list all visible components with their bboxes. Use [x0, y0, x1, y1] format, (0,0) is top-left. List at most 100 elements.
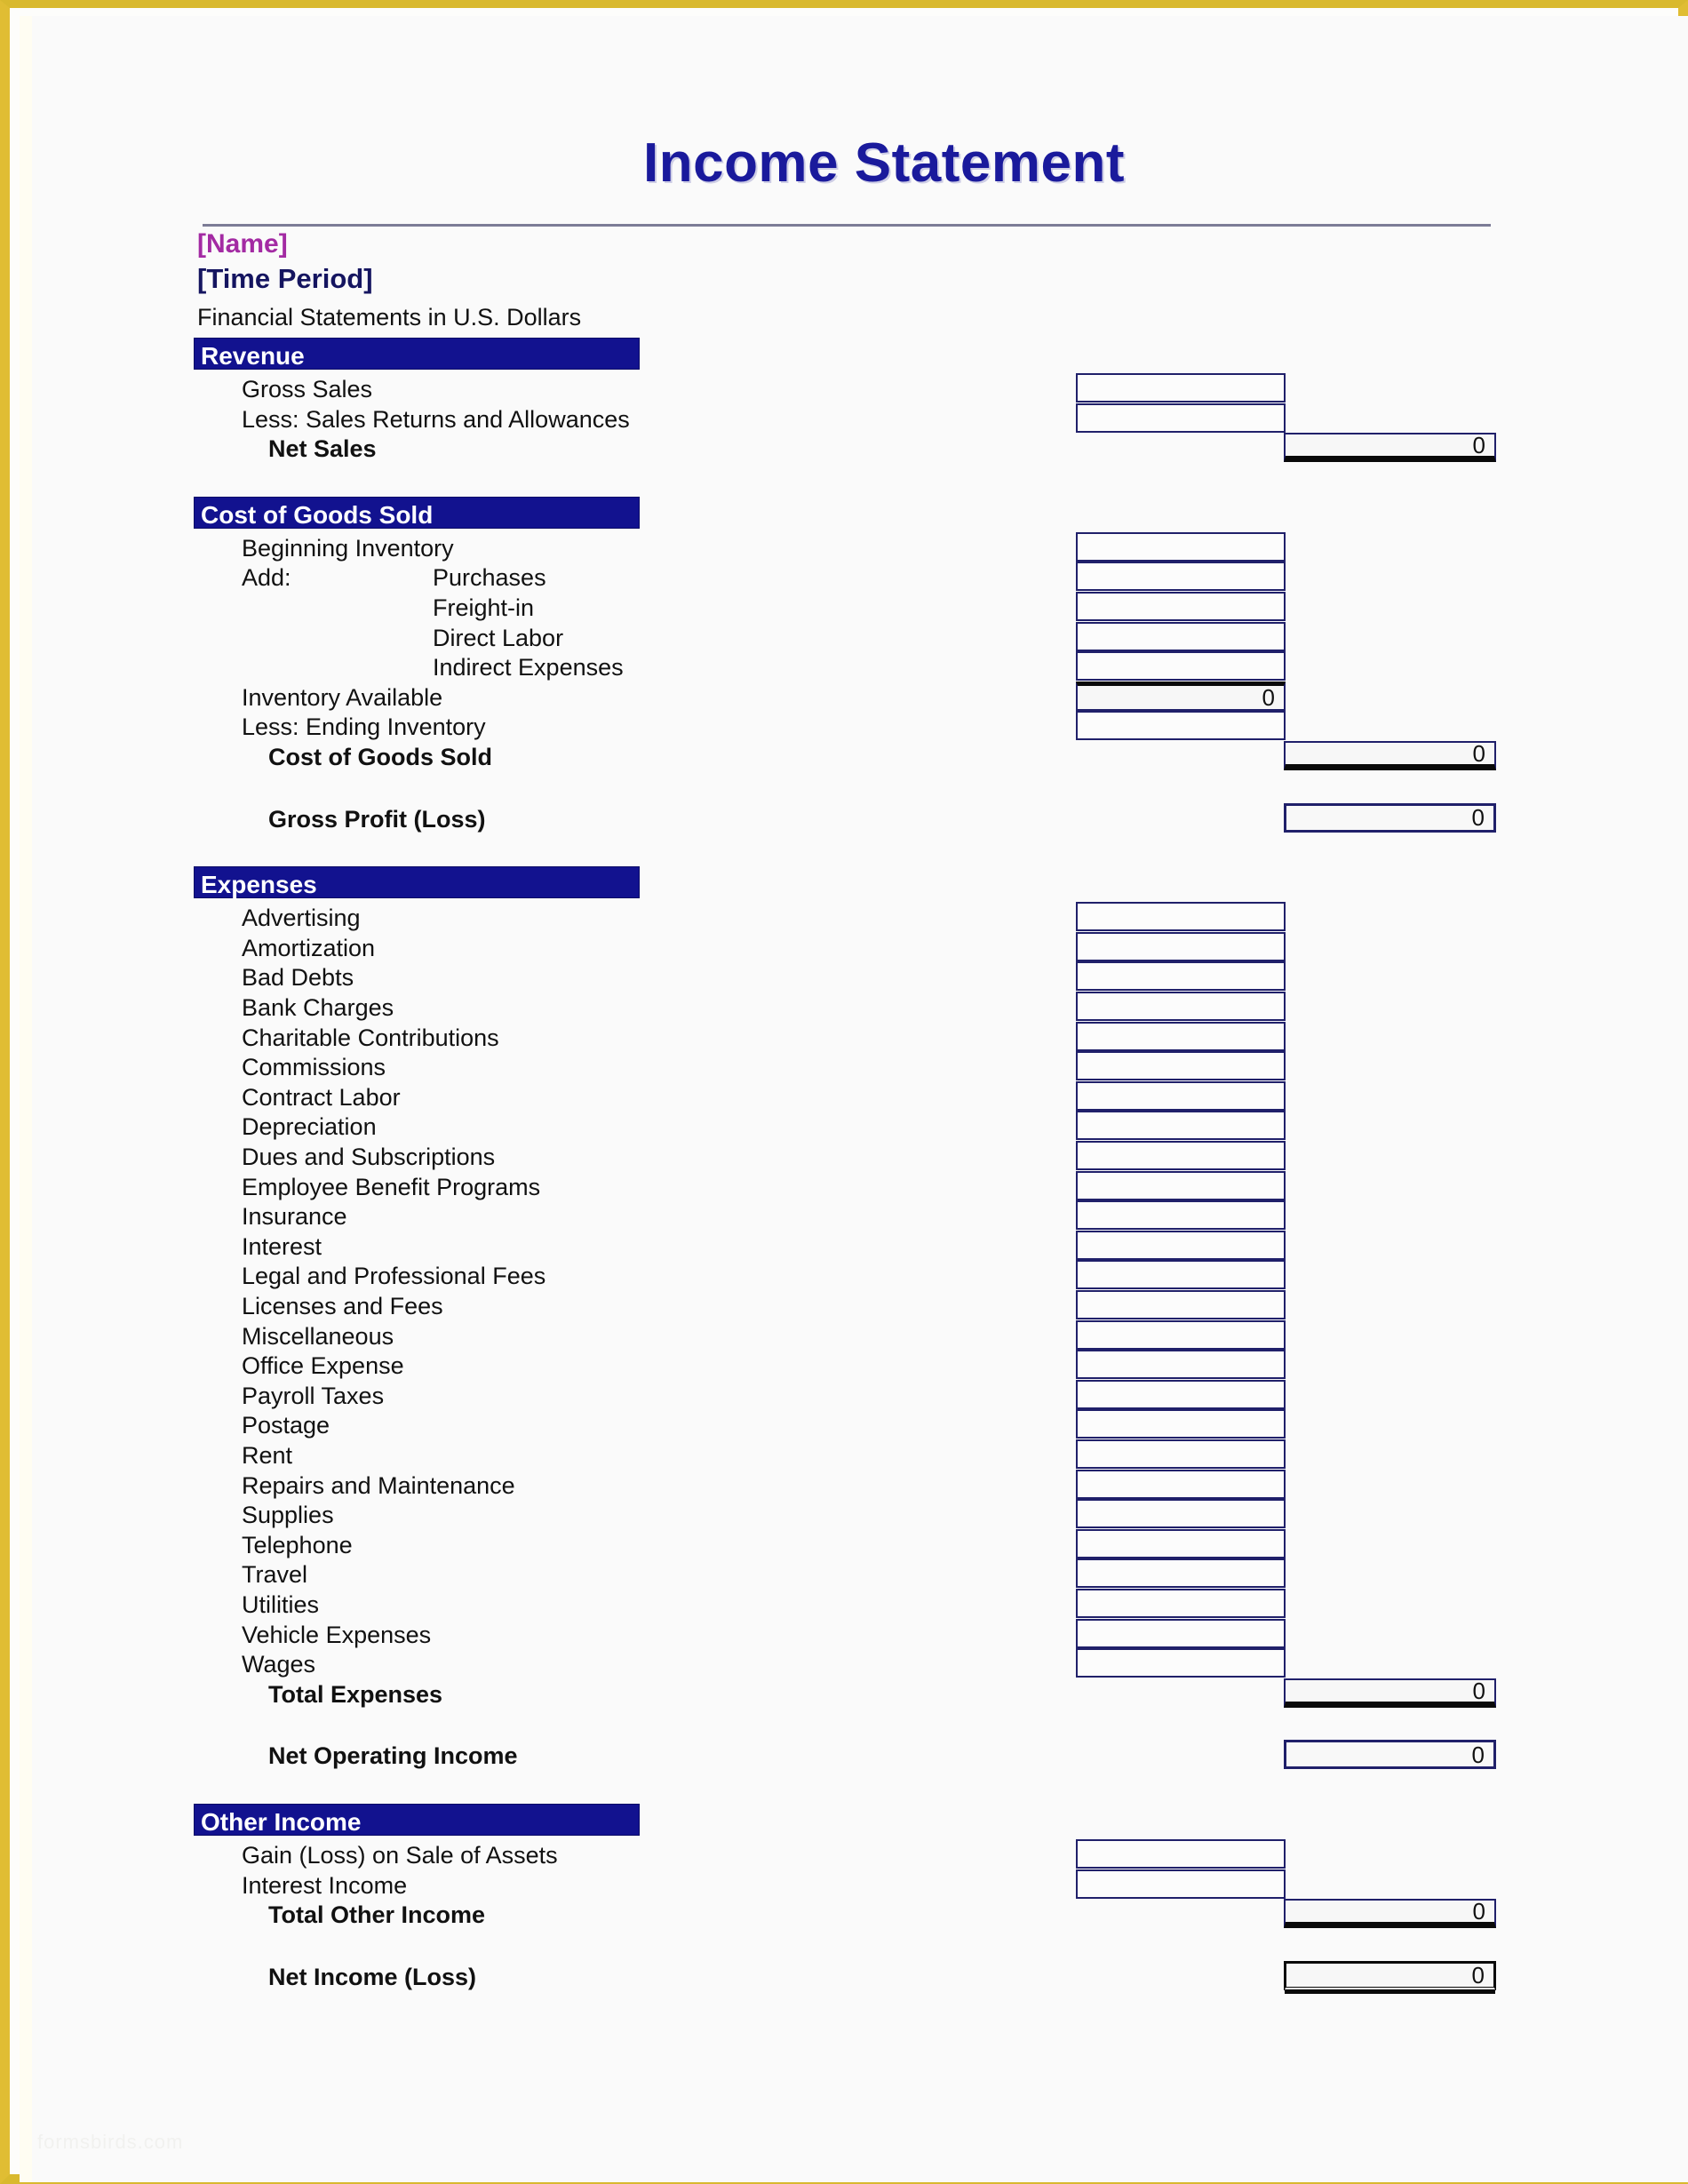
value-cell-expenses-23[interactable] — [1076, 1589, 1286, 1618]
row-label-expenses-20: Supplies — [242, 1502, 334, 1529]
value-cell-expenses-24[interactable] — [1076, 1618, 1286, 1648]
value-text: 0 — [1471, 1961, 1485, 1989]
value-cell-expenses-12[interactable] — [1076, 1260, 1286, 1290]
row-label-expenses-8: Dues and Subscriptions — [242, 1144, 496, 1170]
row-label-other-income-2: Total Other Income — [268, 1901, 486, 1929]
row-label-other-income-3: Net Income (Loss) — [268, 1963, 477, 1990]
value-cell-other-income-2: 0 — [1284, 1898, 1496, 1929]
value-cell-cost-of-goods-sold-1[interactable] — [1076, 562, 1286, 592]
value-cell-expenses-22[interactable] — [1076, 1558, 1286, 1589]
row-label-cost-of-goods-sold-6: Less: Ending Inventory — [242, 713, 486, 741]
row-label-expenses-24: Vehicle Expenses — [242, 1621, 432, 1648]
page-title: Income Statement — [642, 132, 1126, 194]
value-cell-revenue-1[interactable] — [1076, 403, 1286, 433]
value-cell-expenses-19[interactable] — [1076, 1469, 1286, 1499]
watermark: formsbirds.com — [37, 2131, 184, 2153]
row-label-expenses-23: Utilities — [242, 1591, 320, 1618]
title-area: Income Statement — [0, 132, 1688, 195]
value-cell-cost-of-goods-sold-2[interactable] — [1076, 592, 1286, 621]
value-cell-expenses-16[interactable] — [1076, 1379, 1286, 1409]
row-label-expenses-3: Bank Charges — [242, 994, 394, 1021]
row-label-expenses-12: Legal and Professional Fees — [242, 1263, 546, 1290]
value-cell-expenses-10[interactable] — [1076, 1200, 1286, 1231]
value-cell-expenses-17[interactable] — [1076, 1409, 1286, 1439]
value-cell-revenue-0[interactable] — [1076, 373, 1286, 403]
value-cell-expenses-25[interactable] — [1076, 1648, 1286, 1678]
value-cell-expenses-6[interactable] — [1076, 1080, 1286, 1111]
row-label-expenses-22: Travel — [242, 1561, 308, 1589]
row-label-expenses-7: Depreciation — [242, 1113, 377, 1141]
value-cell-expenses-0[interactable] — [1076, 902, 1286, 932]
section-header-label: Cost of Goods Sold — [201, 500, 434, 529]
value-text: 0 — [1471, 1741, 1485, 1768]
row-label-expenses-21: Telephone — [242, 1531, 353, 1558]
row-label-expenses-16: Payroll Taxes — [242, 1382, 385, 1409]
value-cell-cost-of-goods-sold-4[interactable] — [1076, 651, 1286, 682]
value-text: 0 — [1262, 683, 1275, 711]
row-label-expenses-5: Commissions — [242, 1054, 386, 1081]
value-cell-expenses-20[interactable] — [1076, 1499, 1286, 1529]
section-header-label: Expenses — [201, 871, 317, 899]
value-cell-expenses-5[interactable] — [1076, 1051, 1286, 1081]
section-header-revenue: Revenue — [194, 338, 640, 370]
value-cell-expenses-26: 0 — [1284, 1678, 1496, 1708]
value-cell-cost-of-goods-sold-8: 0 — [1284, 802, 1496, 833]
section-header-other-income: Other Income — [194, 1804, 640, 1836]
value-cell-expenses-21[interactable] — [1076, 1528, 1286, 1558]
value-text: 0 — [1472, 740, 1485, 767]
value-cell-cost-of-goods-sold-0[interactable] — [1076, 531, 1286, 562]
value-cell-expenses-11[interactable] — [1076, 1230, 1286, 1260]
section-header-label: Revenue — [201, 342, 305, 370]
row-label-expenses-19: Repairs and Maintenance — [242, 1471, 515, 1499]
value-cell-other-income-0[interactable] — [1076, 1839, 1286, 1869]
value-text: 0 — [1472, 1898, 1485, 1925]
row-label-expenses-14: Miscellaneous — [242, 1322, 394, 1350]
value-cell-expenses-7[interactable] — [1076, 1111, 1286, 1141]
title-divider — [203, 224, 1491, 227]
value-cell-expenses-2[interactable] — [1076, 961, 1286, 992]
row-label-expenses-9: Employee Benefit Programs — [242, 1173, 541, 1200]
row-label-expenses-11: Interest — [242, 1232, 322, 1260]
value-text: 0 — [1472, 1677, 1485, 1704]
row-label-cost-of-goods-sold-0: Beginning Inventory — [242, 534, 454, 562]
value-cell-cost-of-goods-sold-3[interactable] — [1076, 621, 1286, 651]
currency-note: Financial Statements in U.S. Dollars — [197, 304, 582, 331]
row-label-cost-of-goods-sold-7: Cost of Goods Sold — [268, 744, 492, 770]
section-header-cost-of-goods-sold: Cost of Goods Sold — [194, 496, 640, 529]
value-cell-expenses-15[interactable] — [1076, 1350, 1286, 1380]
row-label-cost-of-goods-sold-5: Inventory Available — [242, 683, 443, 711]
value-cell-expenses-14[interactable] — [1076, 1319, 1286, 1350]
value-cell-revenue-2: 0 — [1284, 433, 1496, 463]
value-cell-expenses-8[interactable] — [1076, 1141, 1286, 1170]
row-label-expenses-13: Licenses and Fees — [242, 1293, 443, 1319]
row-label-expenses-15: Office Expense — [242, 1352, 404, 1380]
value-cell-cost-of-goods-sold-7: 0 — [1284, 741, 1496, 770]
row-label-other-income-0: Gain (Loss) on Sale of Assets — [242, 1842, 558, 1869]
row-sublabel-cost-of-goods-sold-3: Direct Labor — [433, 624, 564, 651]
row-label-expenses-1: Amortization — [242, 934, 376, 961]
value-cell-expenses-4[interactable] — [1076, 1021, 1286, 1051]
value-cell-other-income-1[interactable] — [1076, 1869, 1286, 1899]
row-label-expenses-25: Wages — [242, 1651, 316, 1678]
income-statement-sheet: Income Statement [Name] [Time Period] Fi… — [0, 0, 1688, 2184]
row-label-cost-of-goods-sold-8: Gross Profit (Loss) — [268, 805, 486, 833]
value-cell-expenses-13[interactable] — [1076, 1290, 1286, 1319]
value-cell-cost-of-goods-sold-6[interactable] — [1076, 711, 1286, 741]
value-cell-expenses-1[interactable] — [1076, 931, 1286, 961]
time-period-placeholder[interactable]: [Time Period] — [197, 263, 373, 295]
row-label-expenses-27: Net Operating Income — [268, 1742, 518, 1770]
company-name-placeholder[interactable]: [Name] — [197, 229, 288, 259]
row-label-expenses-17: Postage — [242, 1412, 330, 1439]
row-label-revenue-0: Gross Sales — [242, 376, 373, 403]
value-cell-cost-of-goods-sold-5: 0 — [1076, 681, 1286, 711]
row-label-expenses-26: Total Expenses — [268, 1680, 443, 1708]
row-label-cost-of-goods-sold-1: Add: — [242, 564, 291, 592]
row-label-revenue-1: Less: Sales Returns and Allowances — [242, 405, 630, 433]
row-label-expenses-2: Bad Debts — [242, 964, 354, 992]
row-sublabel-cost-of-goods-sold-4: Indirect Expenses — [433, 654, 624, 682]
value-cell-expenses-3[interactable] — [1076, 992, 1286, 1021]
value-cell-expenses-18[interactable] — [1076, 1439, 1286, 1469]
value-cell-expenses-9[interactable] — [1076, 1170, 1286, 1200]
row-label-expenses-6: Contract Labor — [242, 1083, 401, 1111]
row-label-expenses-4: Charitable Contributions — [242, 1024, 499, 1051]
